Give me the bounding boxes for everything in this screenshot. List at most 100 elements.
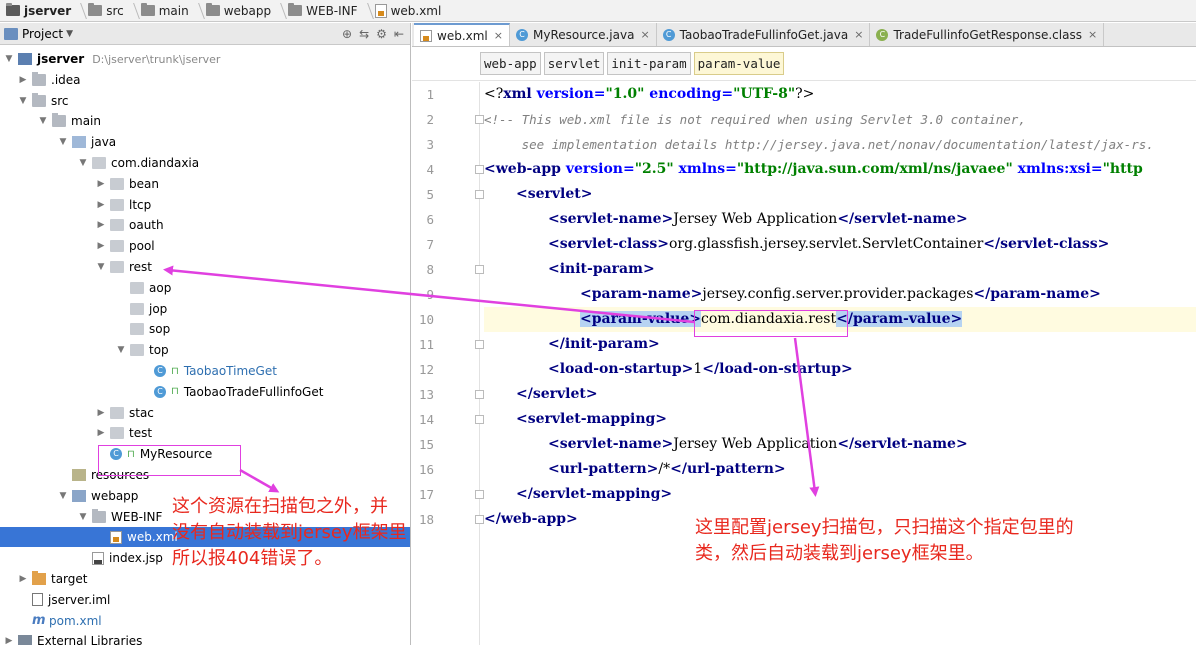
tree-item-java[interactable]: ▼ java (0, 132, 410, 152)
tree-item-label: test (129, 426, 153, 441)
tab-myresource-java[interactable]: C MyResource.java × (510, 23, 657, 46)
close-icon[interactable]: × (640, 28, 649, 41)
collapse-all-icon[interactable]: ⇆ (359, 27, 369, 41)
tree-item-oauth[interactable]: ▶ oauth (0, 215, 410, 235)
fold-marker-icon[interactable] (475, 390, 484, 399)
tree-item-target[interactable]: ▶ target (0, 569, 410, 589)
breadcrumb-web-inf[interactable]: WEB-INF (286, 3, 361, 18)
tab-tradefullinfogetresponse-class[interactable]: C TradeFullinfoGetResponse.class × (870, 23, 1105, 46)
chevron-right-icon[interactable]: ▶ (96, 179, 106, 189)
tree-item-label: main (71, 114, 101, 129)
line-number: 2 (426, 112, 434, 127)
code-line-2: <!-- This web.xml file is not required w… (484, 112, 1026, 127)
tree-item-label: jserver (37, 52, 85, 66)
fold-marker-icon[interactable] (475, 415, 484, 424)
folder-icon (88, 3, 103, 16)
tree-item-external-libraries[interactable]: ▶ External Libraries (0, 631, 410, 645)
tree-item-label: index.jsp (109, 551, 163, 566)
tree-item-stac[interactable]: ▶ stac (0, 403, 410, 423)
folder-icon (32, 71, 46, 86)
library-icon (18, 635, 32, 645)
xml-path-param-value[interactable]: param-value (693, 52, 785, 75)
package-icon (130, 281, 144, 294)
xml-path-bar: web-app servlet init-param param-value (412, 47, 1196, 81)
breadcrumb-jserver[interactable]: jserver (4, 3, 75, 18)
chevron-right-icon[interactable]: ▶ (96, 220, 106, 230)
tree-item-ltcp[interactable]: ▶ ltcp (0, 195, 410, 215)
chevron-down-icon[interactable]: ▼ (58, 491, 68, 501)
tree-item-top[interactable]: ▼ top (0, 340, 410, 360)
code-line-12: <load-on-startup>1</load-on-startup> (548, 361, 853, 377)
chevron-right-icon[interactable]: ▶ (18, 574, 28, 584)
tree-item-taobaotimeget[interactable]: C ⊓ TaobaoTimeGet (0, 361, 410, 381)
chevron-down-icon[interactable]: ▼ (78, 512, 88, 522)
chevron-right-icon[interactable]: ▶ (18, 75, 28, 85)
gear-icon[interactable]: ⚙ (376, 27, 387, 41)
package-icon (92, 157, 106, 169)
tree-item-main[interactable]: ▼ main (0, 111, 410, 131)
chevron-right-icon[interactable]: ▶ (96, 241, 106, 251)
tree-item-taobaotradefullinfoget[interactable]: C ⊓ TaobaoTradeFullinfoGet (0, 382, 410, 402)
code-line-7: <servlet-class>org.glassfish.jersey.serv… (548, 236, 1110, 252)
close-icon[interactable]: × (854, 28, 863, 41)
target-folder-icon (32, 571, 46, 585)
tree-item-idea[interactable]: ▶ .idea (0, 70, 410, 90)
tree-item-pom-xml[interactable]: m pom.xml (0, 611, 410, 631)
line-number: 10 (418, 312, 434, 327)
breadcrumb-web-xml[interactable]: web.xml (373, 3, 446, 18)
tree-item-aop[interactable]: aop (0, 278, 410, 298)
chevron-down-icon[interactable]: ▼ (96, 262, 106, 272)
fold-marker-icon[interactable] (475, 165, 484, 174)
chevron-down-icon[interactable]: ▼ (18, 96, 28, 106)
close-icon[interactable]: × (1088, 28, 1097, 41)
breadcrumb-src[interactable]: src (86, 3, 128, 18)
tree-item-jserver-iml[interactable]: jserver.iml (0, 590, 410, 610)
tree-item-bean[interactable]: ▶ bean (0, 174, 410, 194)
tree-item-jop[interactable]: jop (0, 299, 410, 319)
fold-marker-icon[interactable] (475, 265, 484, 274)
tab-web-xml[interactable]: web.xml × (414, 23, 510, 46)
project-panel-title[interactable]: Project (22, 27, 63, 41)
fold-marker-icon[interactable] (475, 190, 484, 199)
chevron-right-icon[interactable]: ▶ (96, 428, 106, 438)
line-number: 14 (418, 412, 434, 427)
fold-marker-icon[interactable] (475, 340, 484, 349)
tree-item-jserver[interactable]: ▼ jserver D:\jserver\trunk\jserver (0, 49, 410, 69)
fold-marker-icon[interactable] (475, 490, 484, 499)
chevron-right-icon[interactable]: ▶ (96, 200, 106, 210)
tree-item-test[interactable]: ▶ test (0, 423, 410, 443)
tree-item-label: target (51, 572, 88, 586)
tree-item-src[interactable]: ▼ src (0, 91, 410, 111)
tree-item-label: jserver.iml (48, 592, 111, 607)
breadcrumb-separator (75, 0, 83, 22)
breadcrumb-webapp[interactable]: webapp (204, 3, 275, 18)
breadcrumb-main[interactable]: main (139, 3, 193, 18)
tab-label: TradeFullinfoGetResponse.class (893, 27, 1082, 42)
tree-item-pool[interactable]: ▶ pool (0, 236, 410, 256)
tree-item-sop[interactable]: sop (0, 319, 410, 339)
tree-item-com-diandaxia[interactable]: ▼ com.diandaxia (0, 153, 410, 173)
locate-icon[interactable]: ⊕ (342, 27, 352, 41)
chevron-down-icon[interactable]: ▼ (4, 54, 14, 64)
class-icon: C (154, 365, 166, 377)
hide-panel-icon[interactable]: ⇤ (394, 27, 404, 41)
line-number: 15 (418, 437, 434, 452)
fold-marker-icon[interactable] (475, 515, 484, 524)
tree-item-label: jop (149, 301, 168, 316)
tab-taobaotradefullinfoget-java[interactable]: C TaobaoTradeFullinfoGet.java × (657, 23, 871, 46)
chevron-right-icon[interactable]: ▶ (4, 636, 14, 645)
line-number: 8 (426, 262, 434, 277)
chevron-down-icon[interactable]: ▼ (116, 345, 126, 355)
fold-marker-icon[interactable] (475, 115, 484, 124)
xml-path-servlet[interactable]: servlet (543, 52, 605, 75)
chevron-down-icon[interactable]: ▼ (78, 158, 88, 168)
project-panel-toolbar: ⊕ ⇆ ⚙ ⇤ (342, 27, 410, 41)
tree-item-rest[interactable]: ▼ rest (0, 257, 410, 277)
xml-path-web-app[interactable]: web-app (480, 52, 541, 75)
chevron-down-icon[interactable]: ▼ (38, 116, 48, 126)
chevron-down-icon[interactable]: ▼ (66, 29, 73, 39)
chevron-down-icon[interactable]: ▼ (58, 137, 68, 147)
xml-path-init-param[interactable]: init-param (607, 52, 691, 75)
chevron-right-icon[interactable]: ▶ (96, 408, 106, 418)
close-icon[interactable]: × (494, 29, 503, 42)
